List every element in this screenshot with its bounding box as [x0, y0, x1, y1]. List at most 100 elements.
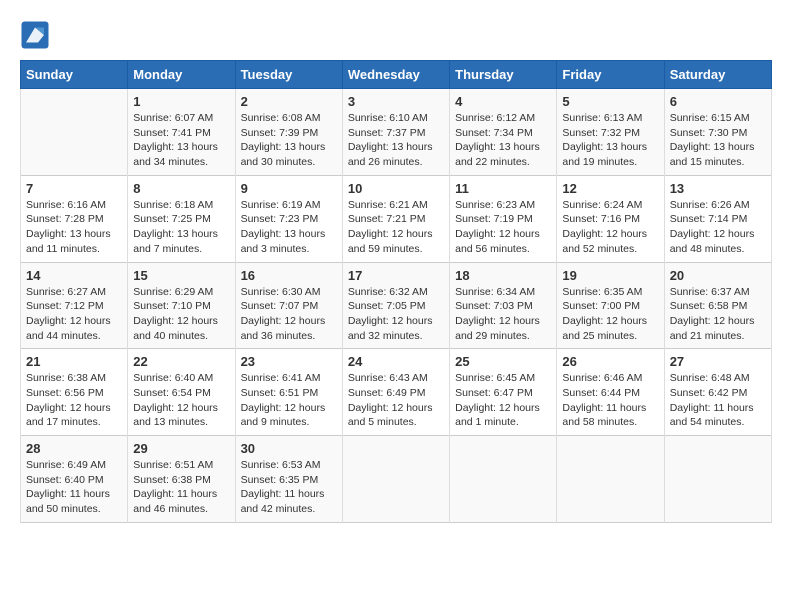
calendar-cell: 20 Sunrise: 6:37 AM Sunset: 6:58 PM Dayli… — [664, 262, 771, 349]
column-header-sunday: Sunday — [21, 61, 128, 89]
column-header-thursday: Thursday — [450, 61, 557, 89]
day-number: 28 — [26, 441, 122, 456]
day-number: 9 — [241, 181, 337, 196]
calendar-cell: 13Sunrise: 6:26 AM Sunset: 7:14 PM Dayli… — [664, 175, 771, 262]
day-number: 13 — [670, 181, 766, 196]
day-info: Sunrise: 6:27 AM Sunset: 7:12 PM Dayligh… — [26, 285, 122, 344]
day-info: Sunrise: 6:23 AM Sunset: 7:19 PM Dayligh… — [455, 198, 551, 257]
day-number: 16 — [241, 268, 337, 283]
column-header-friday: Friday — [557, 61, 664, 89]
day-info: Sunrise: 6:29 AM Sunset: 7:10 PM Dayligh… — [133, 285, 229, 344]
day-number: 2 — [241, 94, 337, 109]
day-info: Sunrise: 6:53 AM Sunset: 6:35 PM Dayligh… — [241, 458, 337, 517]
day-number: 26 — [562, 354, 658, 369]
day-info: Sunrise: 6:45 AM Sunset: 6:47 PM Dayligh… — [455, 371, 551, 430]
day-info: Sunrise: 6:35 AM Sunset: 7:00 PM Dayligh… — [562, 285, 658, 344]
calendar-cell — [342, 436, 449, 523]
page-header — [20, 20, 772, 50]
calendar-table: SundayMondayTuesdayWednesdayThursdayFrid… — [20, 60, 772, 523]
calendar-cell: 2Sunrise: 6:08 AM Sunset: 7:39 PM Daylig… — [235, 89, 342, 176]
day-number: 3 — [348, 94, 444, 109]
column-header-tuesday: Tuesday — [235, 61, 342, 89]
day-number: 30 — [241, 441, 337, 456]
calendar-cell: 24 Sunrise: 6:43 AM Sunset: 6:49 PM Dayli… — [342, 349, 449, 436]
day-info: Sunrise: 6:21 AM Sunset: 7:21 PM Dayligh… — [348, 198, 444, 257]
day-number: 19 — [562, 268, 658, 283]
day-info: Sunrise: 6:51 AM Sunset: 6:38 PM Dayligh… — [133, 458, 229, 517]
day-number: 5 — [562, 94, 658, 109]
calendar-week-2: 7 Sunrise: 6:16 AM Sunset: 7:28 PM Daylig… — [21, 175, 772, 262]
calendar-cell: 29 Sunrise: 6:51 AM Sunset: 6:38 PM Dayli… — [128, 436, 235, 523]
day-number: 7 — [26, 181, 122, 196]
day-number: 23 — [241, 354, 337, 369]
day-number: 11 — [455, 181, 551, 196]
day-info: Sunrise: 6:34 AM Sunset: 7:03 PM Dayligh… — [455, 285, 551, 344]
calendar-cell: 18 Sunrise: 6:34 AM Sunset: 7:03 PM Dayli… — [450, 262, 557, 349]
calendar-cell — [664, 436, 771, 523]
calendar-week-1: 1 Sunrise: 6:07 AM Sunset: 7:41 PM Daylig… — [21, 89, 772, 176]
day-number: 12 — [562, 181, 658, 196]
day-number: 1 — [133, 94, 229, 109]
day-info: Sunrise: 6:12 AM Sunset: 7:34 PM Dayligh… — [455, 111, 551, 170]
calendar-cell: 1 Sunrise: 6:07 AM Sunset: 7:41 PM Daylig… — [128, 89, 235, 176]
calendar-cell: 23Sunrise: 6:41 AM Sunset: 6:51 PM Dayli… — [235, 349, 342, 436]
day-info: Sunrise: 6:32 AM Sunset: 7:05 PM Dayligh… — [348, 285, 444, 344]
logo — [20, 20, 54, 50]
day-info: Sunrise: 6:37 AM Sunset: 6:58 PM Dayligh… — [670, 285, 766, 344]
calendar-cell: 6Sunrise: 6:15 AM Sunset: 7:30 PM Daylig… — [664, 89, 771, 176]
logo-icon — [20, 20, 50, 50]
calendar-week-4: 21 Sunrise: 6:38 AM Sunset: 6:56 PM Dayli… — [21, 349, 772, 436]
day-number: 10 — [348, 181, 444, 196]
calendar-cell: 22 Sunrise: 6:40 AM Sunset: 6:54 PM Dayli… — [128, 349, 235, 436]
calendar-cell: 11 Sunrise: 6:23 AM Sunset: 7:19 PM Dayli… — [450, 175, 557, 262]
calendar-cell: 7 Sunrise: 6:16 AM Sunset: 7:28 PM Daylig… — [21, 175, 128, 262]
day-info: Sunrise: 6:30 AM Sunset: 7:07 PM Dayligh… — [241, 285, 337, 344]
calendar-week-5: 28 Sunrise: 6:49 AM Sunset: 6:40 PM Dayli… — [21, 436, 772, 523]
day-info: Sunrise: 6:43 AM Sunset: 6:49 PM Dayligh… — [348, 371, 444, 430]
day-number: 20 — [670, 268, 766, 283]
calendar-cell — [21, 89, 128, 176]
calendar-cell: 28 Sunrise: 6:49 AM Sunset: 6:40 PM Dayli… — [21, 436, 128, 523]
day-info: Sunrise: 6:40 AM Sunset: 6:54 PM Dayligh… — [133, 371, 229, 430]
column-header-monday: Monday — [128, 61, 235, 89]
calendar-cell: 3 Sunrise: 6:10 AM Sunset: 7:37 PM Daylig… — [342, 89, 449, 176]
day-info: Sunrise: 6:15 AM Sunset: 7:30 PM Dayligh… — [670, 111, 766, 170]
column-header-saturday: Saturday — [664, 61, 771, 89]
column-header-wednesday: Wednesday — [342, 61, 449, 89]
day-info: Sunrise: 6:49 AM Sunset: 6:40 PM Dayligh… — [26, 458, 122, 517]
calendar-cell: 10 Sunrise: 6:21 AM Sunset: 7:21 PM Dayli… — [342, 175, 449, 262]
calendar-cell: 8Sunrise: 6:18 AM Sunset: 7:25 PM Daylig… — [128, 175, 235, 262]
calendar-cell: 25 Sunrise: 6:45 AM Sunset: 6:47 PM Dayli… — [450, 349, 557, 436]
day-number: 25 — [455, 354, 551, 369]
day-number: 4 — [455, 94, 551, 109]
calendar-cell — [450, 436, 557, 523]
day-number: 22 — [133, 354, 229, 369]
calendar-header-row: SundayMondayTuesdayWednesdayThursdayFrid… — [21, 61, 772, 89]
calendar-cell: 12 Sunrise: 6:24 AM Sunset: 7:16 PM Dayli… — [557, 175, 664, 262]
calendar-cell: 14 Sunrise: 6:27 AM Sunset: 7:12 PM Dayli… — [21, 262, 128, 349]
calendar-cell: 19 Sunrise: 6:35 AM Sunset: 7:00 PM Dayli… — [557, 262, 664, 349]
day-number: 24 — [348, 354, 444, 369]
calendar-cell: 21 Sunrise: 6:38 AM Sunset: 6:56 PM Dayli… — [21, 349, 128, 436]
calendar-cell: 17Sunrise: 6:32 AM Sunset: 7:05 PM Dayli… — [342, 262, 449, 349]
day-info: Sunrise: 6:07 AM Sunset: 7:41 PM Dayligh… — [133, 111, 229, 170]
day-info: Sunrise: 6:38 AM Sunset: 6:56 PM Dayligh… — [26, 371, 122, 430]
day-info: Sunrise: 6:48 AM Sunset: 6:42 PM Dayligh… — [670, 371, 766, 430]
day-number: 27 — [670, 354, 766, 369]
day-info: Sunrise: 6:10 AM Sunset: 7:37 PM Dayligh… — [348, 111, 444, 170]
day-number: 21 — [26, 354, 122, 369]
calendar-cell: 5Sunrise: 6:13 AM Sunset: 7:32 PM Daylig… — [557, 89, 664, 176]
day-number: 15 — [133, 268, 229, 283]
day-info: Sunrise: 6:19 AM Sunset: 7:23 PM Dayligh… — [241, 198, 337, 257]
day-info: Sunrise: 6:24 AM Sunset: 7:16 PM Dayligh… — [562, 198, 658, 257]
calendar-cell: 16 Sunrise: 6:30 AM Sunset: 7:07 PM Dayli… — [235, 262, 342, 349]
day-info: Sunrise: 6:16 AM Sunset: 7:28 PM Dayligh… — [26, 198, 122, 257]
calendar-week-3: 14 Sunrise: 6:27 AM Sunset: 7:12 PM Dayli… — [21, 262, 772, 349]
day-number: 29 — [133, 441, 229, 456]
day-number: 14 — [26, 268, 122, 283]
calendar-cell: 9 Sunrise: 6:19 AM Sunset: 7:23 PM Daylig… — [235, 175, 342, 262]
calendar-cell: 30 Sunrise: 6:53 AM Sunset: 6:35 PM Dayli… — [235, 436, 342, 523]
day-number: 18 — [455, 268, 551, 283]
day-number: 8 — [133, 181, 229, 196]
calendar-cell: 15 Sunrise: 6:29 AM Sunset: 7:10 PM Dayli… — [128, 262, 235, 349]
